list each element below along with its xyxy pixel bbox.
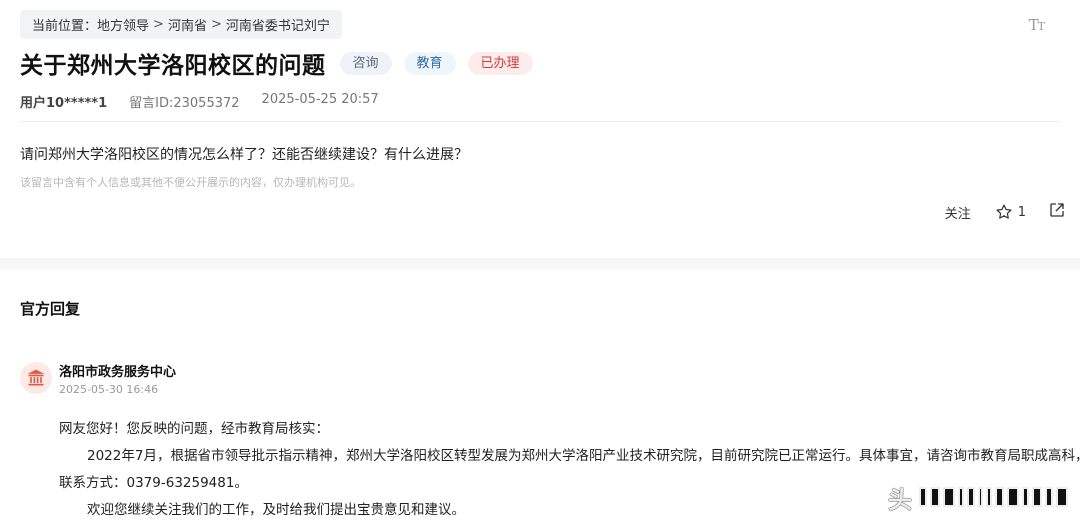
breadcrumb-separator: > <box>153 17 164 32</box>
watermark-bar <box>930 487 940 507</box>
user-name: 用户10*****1 <box>20 96 108 111</box>
watermark-bar <box>1022 487 1029 507</box>
reply-paragraph: 网友您好！您反映的问题，经市教育局核实： <box>59 421 329 437</box>
message-id: 留言ID:23055372 <box>129 96 240 111</box>
breadcrumb-separator: > <box>210 17 222 32</box>
privacy-notice: 该留言中含有个人信息或其他不便公开展示的内容，仅办理机构可见。 <box>20 176 361 189</box>
reply-organization: 洛阳市政务服务中心 <box>59 365 177 380</box>
breadcrumb-label: 当前位置： <box>32 19 98 34</box>
watermark-bar <box>1032 487 1042 507</box>
page: 当前位置： 地方领导 > 河南省 > 河南省委书记刘宁 TT 关于郑州大学洛阳校… <box>0 0 1080 524</box>
watermark-bar <box>1045 487 1053 507</box>
status-badge: 已办理 <box>467 51 533 75</box>
favorite-button[interactable]: 1 <box>995 203 1026 221</box>
breadcrumb-item-leaders[interactable]: 地方领导 <box>97 15 149 34</box>
government-building-icon <box>27 369 45 386</box>
watermark: 头 <box>888 480 1068 514</box>
section-separator <box>0 258 1080 270</box>
watermark-bar <box>1007 487 1019 507</box>
reply-time: 2025-05-30 16:46 <box>59 383 159 396</box>
breadcrumb: 当前位置： 地方领导 > 河南省 > 河南省委书记刘宁 <box>20 10 342 39</box>
divider <box>20 121 1060 122</box>
follow-button[interactable]: 关注 <box>945 203 971 222</box>
watermark-bar <box>978 487 983 507</box>
watermark-bar <box>967 487 975 507</box>
reply-paragraph: 2022年7月，根据省市领导批示指示精神，郑州大学洛阳校区转型发展为郑州大学洛阳… <box>87 448 1080 464</box>
watermark-bar <box>986 487 992 507</box>
message-meta: 用户10*****1 留言ID:23055372 2025-05-25 20:5… <box>20 92 379 111</box>
favorite-count: 1 <box>1017 204 1026 220</box>
breadcrumb-item-secretary[interactable]: 河南省委书记刘宁 <box>226 15 330 34</box>
watermark-bar <box>919 487 927 507</box>
font-size-icon[interactable]: TT <box>1029 16 1045 34</box>
share-button[interactable] <box>1048 201 1066 223</box>
title-row: 关于郑州大学洛阳校区的问题 咨询 教育 已办理 <box>20 46 545 80</box>
watermark-bar <box>943 487 955 507</box>
page-title: 关于郑州大学洛阳校区的问题 <box>20 53 326 79</box>
avatar <box>20 362 52 394</box>
share-icon <box>1050 203 1064 217</box>
breadcrumb-item-province[interactable]: 河南省 <box>168 15 207 34</box>
action-bar: 关注 1 <box>945 202 1066 222</box>
message-datetime: 2025-05-25 20:57 <box>261 92 379 107</box>
reply-section-title: 官方回复 <box>20 300 81 318</box>
tag-consult: 咨询 <box>339 51 392 75</box>
star-icon <box>996 204 1012 219</box>
watermark-bar <box>958 487 964 507</box>
watermark-bar <box>995 487 1004 507</box>
question-text: 请问郑州大学洛阳校区的情况怎么样了？还能否继续建设？有什么进展？ <box>20 147 468 163</box>
watermark-text: 头 <box>888 485 912 514</box>
tag-education: 教育 <box>403 51 456 75</box>
watermark-bar <box>1056 487 1068 507</box>
